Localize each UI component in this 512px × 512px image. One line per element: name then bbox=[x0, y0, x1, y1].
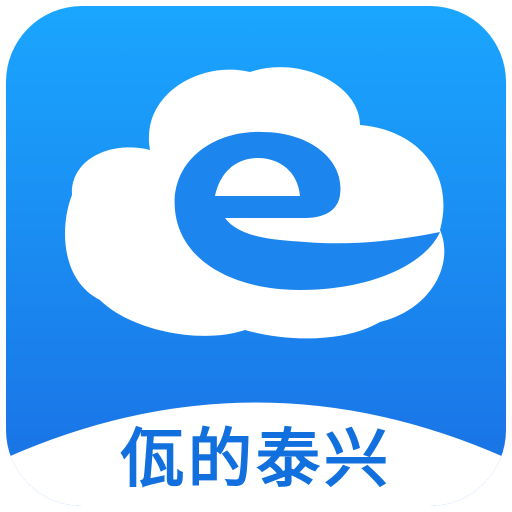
app-icon[interactable]: 佤的泰兴 bbox=[0, 0, 512, 512]
app-name-label: 佤的泰兴 bbox=[120, 423, 392, 497]
